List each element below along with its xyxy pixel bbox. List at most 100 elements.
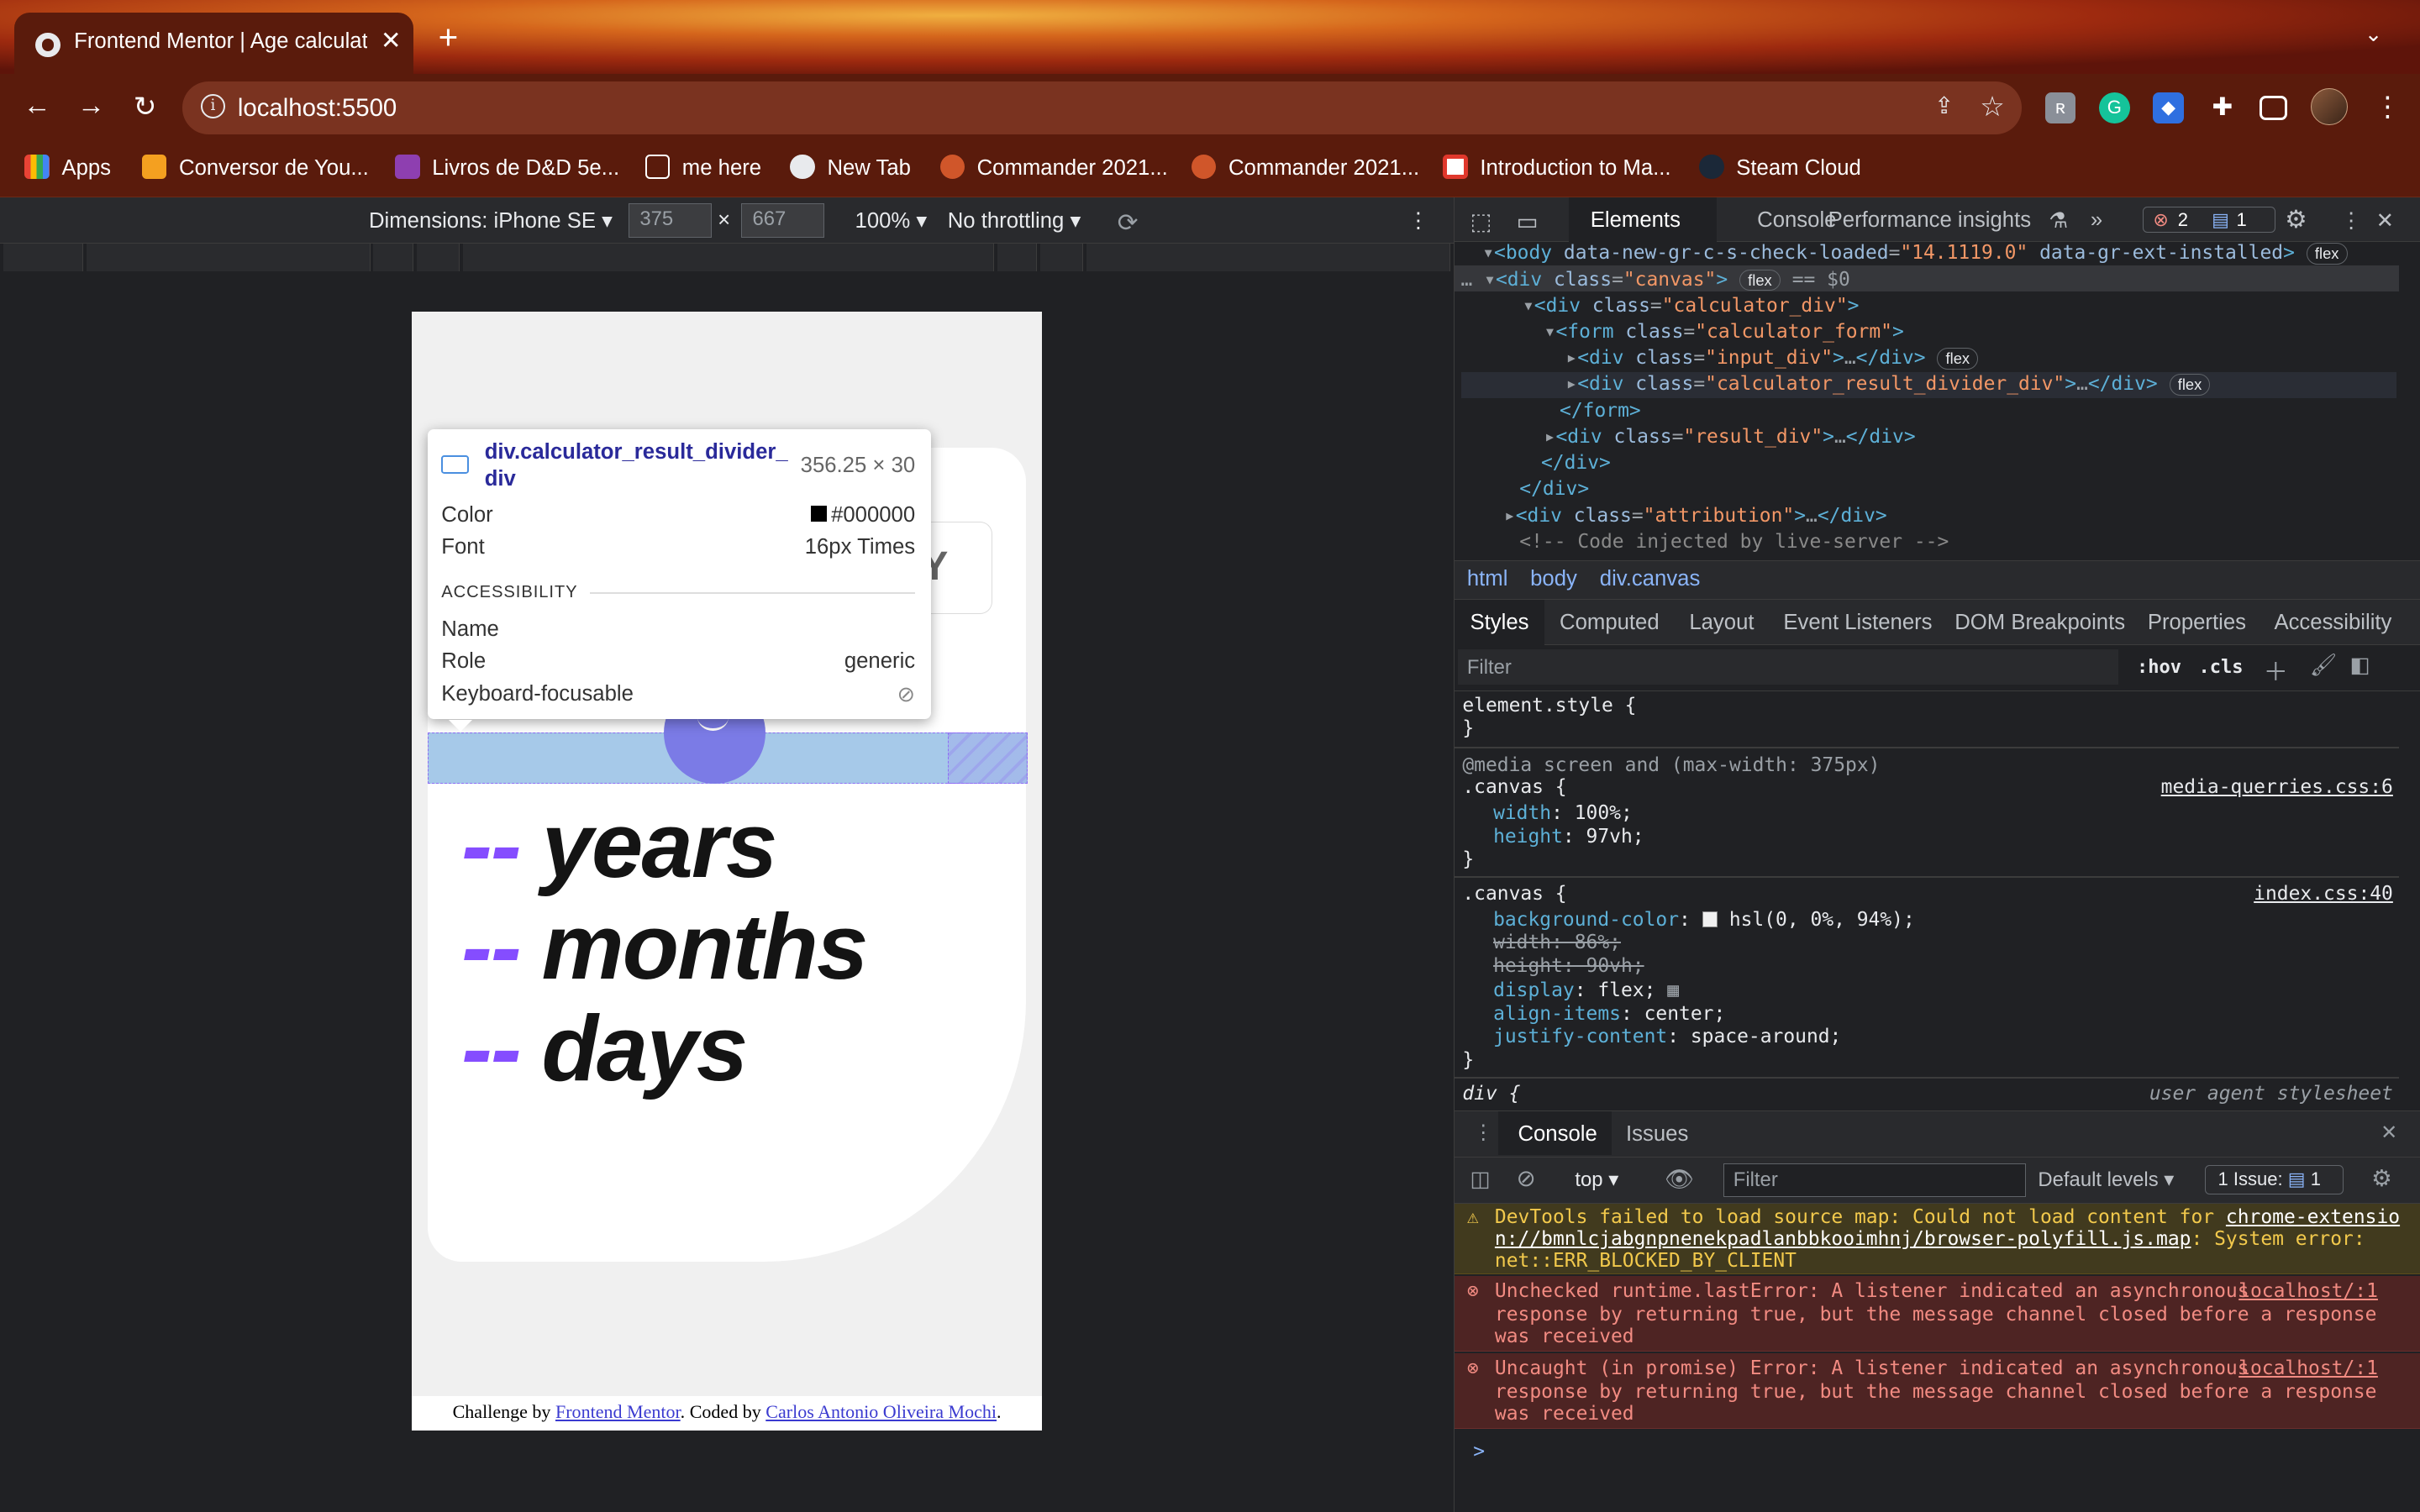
bookmark-item[interactable]: Steam Cloud: [1699, 154, 1861, 186]
browser-tab[interactable]: Frontend Mentor | Age calculat ✕: [13, 12, 414, 75]
bookmark-item[interactable]: Conversor de You...: [141, 154, 369, 186]
device-height-input[interactable]: 667: [740, 203, 824, 238]
tab-styles[interactable]: Styles: [1470, 611, 1529, 635]
bookmark-item[interactable]: Introduction to Ma...: [1443, 154, 1671, 186]
dom-node-div-close[interactable]: </div>: [1519, 478, 1589, 500]
dom-node-form[interactable]: ▾<form class="calculator_form">: [1544, 321, 1904, 343]
tab-elements[interactable]: Elements: [1591, 208, 1681, 233]
prop-height[interactable]: height: 97vh;: [1493, 826, 1644, 848]
profile-avatar[interactable]: [2310, 87, 2348, 125]
throttling-select[interactable]: No throttling ▾: [948, 208, 1081, 234]
dom-node-canvas[interactable]: … ▾<div class="canvas"> flex == $0: [1461, 269, 1850, 291]
drawer-tab-console[interactable]: Console: [1518, 1122, 1597, 1147]
back-icon[interactable]: ←: [18, 90, 55, 122]
rotate-icon[interactable]: ⟳: [1118, 208, 1139, 238]
device-more-icon[interactable]: ⋮: [1407, 208, 1429, 234]
cls-toggle[interactable]: .cls: [2198, 657, 2243, 678]
puzzle-extensions-icon[interactable]: ✚: [2207, 92, 2238, 123]
prop-width-overridden[interactable]: width: 86%;: [1493, 932, 1621, 953]
source-map-link[interactable]: chrome-extensio: [2226, 1206, 2400, 1228]
zoom-select[interactable]: 100% ▾: [855, 208, 928, 234]
console-sidebar-icon[interactable]: ◫: [1470, 1167, 1491, 1192]
tab-computed[interactable]: Computed: [1560, 611, 1660, 635]
new-tab-button[interactable]: +: [439, 19, 459, 53]
forward-icon[interactable]: →: [72, 90, 109, 122]
address-bar[interactable]: i localhost:5500 ⇪ ☆: [182, 81, 2023, 134]
reload-icon[interactable]: ↻: [127, 90, 164, 123]
breadcrumb-div-canvas[interactable]: div.canvas: [1600, 567, 1701, 591]
more-tabs-icon[interactable]: »: [2091, 208, 2102, 233]
grammarly-icon[interactable]: G: [2098, 92, 2130, 123]
dom-node-div-close[interactable]: </div>: [1541, 452, 1611, 474]
source-link-index[interactable]: index.css:40: [2254, 883, 2393, 905]
error-source-link[interactable]: localhost/:1: [2238, 1357, 2378, 1380]
device-width-input[interactable]: 375: [628, 203, 712, 238]
dom-node-attribution[interactable]: ▸<div class="attribution">…</div>: [1504, 505, 1887, 527]
bookmark-item[interactable]: Livros de D&D 5e...: [395, 154, 619, 186]
device-dimensions-select[interactable]: Dimensions: iPhone SE ▾: [369, 208, 613, 234]
media-query-segment[interactable]: [373, 244, 414, 272]
media-query-segment[interactable]: [3, 244, 84, 272]
chrome-menu-icon[interactable]: ⋮: [2374, 90, 2402, 123]
error-source-link[interactable]: localhost/:1: [2238, 1280, 2378, 1303]
bookmark-item[interactable]: New Tab: [790, 154, 911, 186]
dom-node-divider-div[interactable]: ▸<div class="calculator_result_divider_d…: [1565, 373, 2211, 396]
dom-node-body[interactable]: ▾<body data-new-gr-c-s-check-loaded="14.…: [1482, 242, 2348, 265]
issues-button[interactable]: 1 Issue: ▤ 1: [2204, 1164, 2344, 1194]
close-devtools-icon[interactable]: ✕: [2376, 208, 2395, 234]
vpn-extension-icon[interactable]: ◆: [2153, 92, 2184, 123]
console-settings-icon[interactable]: ⚙: [2371, 1165, 2392, 1192]
flexbox-editor-icon[interactable]: ▦: [1667, 979, 1679, 1001]
console-filter-input[interactable]: Filter: [1723, 1163, 2026, 1198]
prop-width[interactable]: width: 100%;: [1493, 802, 1633, 824]
tab-console[interactable]: Console: [1757, 208, 1836, 233]
styles-pane[interactable]: element.style { } @media screen and (max…: [1455, 691, 2420, 1111]
clear-console-icon[interactable]: ⊘: [1517, 1165, 1536, 1192]
inspect-element-icon[interactable]: ⬚: [1470, 208, 1492, 235]
tab-properties[interactable]: Properties: [2148, 611, 2246, 635]
media-query-segment[interactable]: [416, 244, 460, 272]
extension-icon[interactable]: ʀ: [2044, 92, 2076, 123]
tab-performance-insights[interactable]: Performance insights: [1828, 208, 2031, 233]
frontend-mentor-link[interactable]: Frontend Mentor: [555, 1401, 681, 1422]
site-info-icon[interactable]: i: [200, 94, 226, 119]
prop-justify-content[interactable]: justify-content: space-around;: [1493, 1026, 1841, 1047]
issue-counters[interactable]: ⊗ 2 ▤ 1: [2143, 207, 2276, 234]
breadcrumb-body[interactable]: body: [1530, 567, 1577, 591]
bookmark-apps[interactable]: Apps: [24, 154, 111, 186]
console-error[interactable]: ⊗ Unchecked runtime.lastError: A listene…: [1455, 1275, 2420, 1352]
console-warning[interactable]: ⚠ DevTools failed to load source map: Co…: [1455, 1203, 2420, 1275]
device-toggle-icon[interactable]: ▭: [1517, 208, 1539, 235]
bookmark-item[interactable]: Commander 2021...: [1191, 154, 1419, 186]
context-select[interactable]: top ▾: [1575, 1168, 1618, 1192]
hov-toggle[interactable]: :hov: [2137, 657, 2181, 678]
media-query-bar[interactable]: [0, 244, 1455, 272]
console-error[interactable]: ⊗ Uncaught (in promise) Error: A listene…: [1455, 1352, 2420, 1429]
share-icon[interactable]: ⇪: [1934, 92, 1954, 119]
dom-node-calculator-div[interactable]: ▾<div class="calculator_div">: [1523, 295, 1860, 317]
prop-align-items[interactable]: align-items: center;: [1493, 1003, 1725, 1025]
dom-node-form-close[interactable]: </form>: [1560, 400, 1641, 422]
settings-gear-icon[interactable]: ⚙: [2285, 205, 2307, 234]
element-style-rule[interactable]: element.style {: [1462, 695, 1636, 717]
media-query-segment[interactable]: [86, 244, 371, 272]
bookmark-folder[interactable]: me here: [644, 154, 761, 186]
prop-background-color[interactable]: background-color: hsl(0, 0%, 94%);: [1493, 909, 1915, 931]
close-drawer-icon[interactable]: ✕: [2381, 1121, 2397, 1145]
author-link[interactable]: Carlos Antonio Oliveira Mochi: [765, 1401, 997, 1422]
drawer-menu-icon[interactable]: ⋮: [1473, 1121, 1493, 1145]
tab-dom-breakpoints[interactable]: DOM Breakpoints: [1954, 611, 2125, 635]
canvas-selector-1[interactable]: .canvas {: [1462, 776, 1566, 798]
side-panel-icon[interactable]: [2259, 95, 2287, 121]
console-prompt[interactable]: >: [1473, 1441, 1485, 1462]
source-link-media[interactable]: media-querries.css:6: [2161, 776, 2393, 798]
source-map-link[interactable]: n://bmnlcjabgnpnenekpadlanbbkooimhnj/bro…: [1495, 1228, 2191, 1250]
prop-height-overridden[interactable]: height: 90vh;: [1493, 955, 1644, 977]
new-rule-icon[interactable]: ＋: [2264, 653, 2288, 688]
media-query-segment[interactable]: [1039, 244, 1084, 272]
color-swatch-icon[interactable]: [1702, 911, 1718, 927]
log-levels-select[interactable]: Default levels ▾: [2038, 1168, 2174, 1192]
tab-layout[interactable]: Layout: [1689, 611, 1754, 635]
canvas-selector-2[interactable]: .canvas {: [1462, 883, 1566, 905]
dom-tree[interactable]: ▾<body data-new-gr-c-s-check-loaded="14.…: [1455, 242, 2420, 560]
